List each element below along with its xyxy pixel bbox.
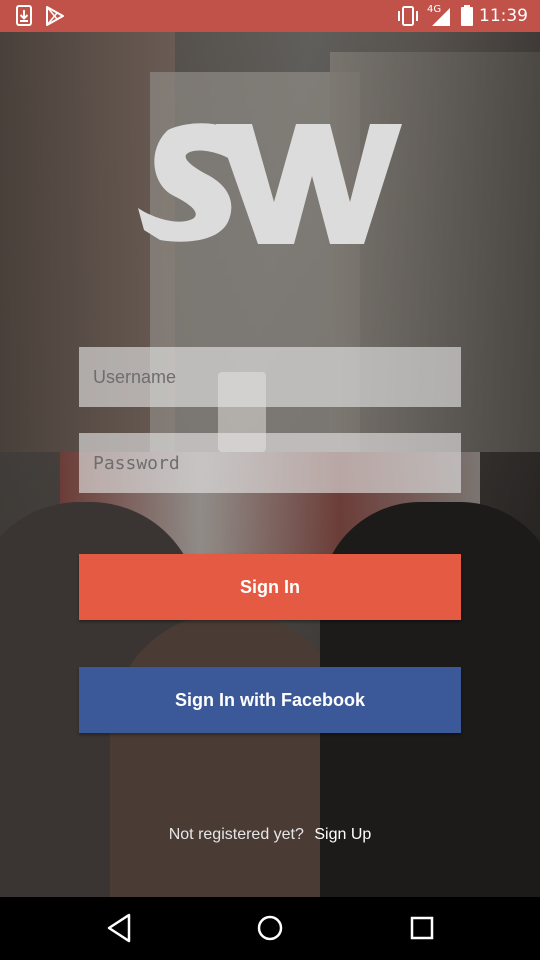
clock: 11:39 — [479, 6, 528, 26]
facebook-sign-in-button[interactable]: Sign In with Facebook — [79, 667, 461, 733]
signal-icon — [432, 8, 450, 26]
download-icon — [16, 5, 32, 26]
sw-logo-icon — [138, 123, 402, 244]
sign-in-button[interactable]: Sign In — [79, 554, 461, 620]
signup-prompt: Not registered yet? — [168, 826, 304, 843]
home-icon[interactable] — [255, 912, 285, 944]
recents-icon[interactable] — [408, 912, 436, 944]
sign-up-link[interactable]: Sign Up — [314, 826, 371, 843]
crowd-center — [110, 612, 350, 897]
navigation-bar — [0, 897, 540, 960]
back-icon[interactable] — [105, 912, 133, 944]
password-input[interactable] — [79, 433, 461, 493]
username-input[interactable] — [79, 347, 461, 407]
battery-icon — [461, 5, 473, 26]
status-bar: 4G 11:39 — [0, 0, 540, 32]
play-store-icon — [46, 6, 64, 26]
signup-row: Not registered yet? Sign Up — [0, 826, 540, 844]
vibrate-icon — [398, 6, 418, 26]
